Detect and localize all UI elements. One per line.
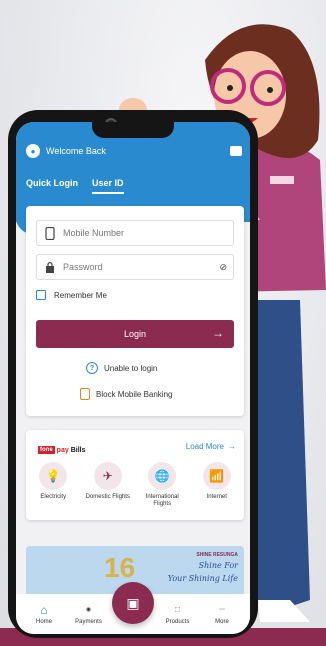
login-tabs: Quick Login User ID bbox=[26, 178, 124, 194]
unable-label: Unable to login bbox=[104, 363, 158, 373]
load-more-button[interactable]: Load More → bbox=[186, 442, 236, 451]
app-screen: ● Welcome Back Quick Login User ID Mobil… bbox=[16, 122, 250, 634]
load-more-label: Load More bbox=[185, 442, 224, 451]
mobile-number-field[interactable]: Mobile Number bbox=[36, 220, 234, 246]
bank-logo-icon: ● bbox=[26, 144, 40, 158]
payments-icon: ◉ bbox=[85, 607, 92, 613]
bill-label: Internet bbox=[206, 494, 227, 500]
block-mobile-banking-link[interactable]: Block Mobile Banking bbox=[80, 388, 172, 400]
block-label: Block Mobile Banking bbox=[96, 389, 173, 399]
nav-home-label: Home bbox=[35, 618, 52, 625]
nav-more[interactable]: ⋯ More bbox=[202, 604, 242, 625]
nav-payments-label: Payments bbox=[75, 618, 102, 625]
bill-label: Domestic Flights bbox=[85, 494, 130, 500]
unable-to-login-link[interactable]: ? Unable to login bbox=[86, 362, 157, 374]
tab-user-id[interactable]: User ID bbox=[92, 178, 124, 194]
fonepay-logo: fone pay Bills bbox=[38, 446, 86, 454]
remember-checkbox[interactable] bbox=[36, 290, 46, 300]
arrow-right-icon: → bbox=[228, 442, 236, 451]
plane-icon: ✈ bbox=[93, 462, 122, 490]
bill-international-flights[interactable]: 🌐 International Flights bbox=[137, 462, 187, 508]
login-button[interactable]: Login → bbox=[36, 320, 234, 348]
fonepay-fone: fone bbox=[38, 446, 55, 454]
login-button-label: Login bbox=[123, 329, 147, 339]
router-icon: 📶 bbox=[202, 462, 231, 490]
bill-items: 💡 Electricity ✈ Domestic Flights 🌐 Inter… bbox=[26, 462, 244, 508]
products-icon: ⬚ bbox=[174, 607, 181, 613]
tab-quick-login[interactable]: Quick Login bbox=[26, 178, 78, 194]
arrow-right-icon: → bbox=[212, 326, 224, 340]
login-card: Mobile Number Password ⊘ Remember Me Log… bbox=[26, 206, 244, 416]
bill-label: Electricity bbox=[40, 494, 67, 500]
more-icon: ⋯ bbox=[219, 607, 225, 613]
home-icon: ⌂ bbox=[40, 602, 48, 617]
remember-me[interactable]: Remember Me bbox=[36, 290, 107, 300]
banner-slogan-2: Your Shining Life bbox=[167, 573, 238, 583]
banner-brand: SHINE RESUNGA bbox=[196, 552, 238, 558]
bills-card: fone pay Bills Load More → 💡 Electricity… bbox=[26, 430, 244, 520]
bill-domestic-flights[interactable]: ✈ Domestic Flights bbox=[83, 462, 133, 508]
banner-slogan-1: Shine For bbox=[198, 561, 238, 570]
welcome-area: ● Welcome Back bbox=[26, 144, 106, 158]
password-placeholder: Password bbox=[63, 262, 103, 272]
phone-notch bbox=[92, 122, 174, 138]
welcome-text: Welcome Back bbox=[46, 146, 106, 156]
bill-internet[interactable]: 📶 Internet bbox=[192, 462, 242, 508]
chat-icon[interactable] bbox=[230, 146, 242, 156]
fonepay-bills: Bills bbox=[70, 446, 86, 454]
lock-icon bbox=[46, 261, 54, 273]
password-field[interactable]: Password ⊘ bbox=[36, 254, 234, 280]
qr-scan-button[interactable]: ▣ bbox=[112, 582, 154, 624]
remember-label: Remember Me bbox=[54, 290, 107, 300]
banner-number: 16 bbox=[104, 552, 136, 583]
nav-home[interactable]: ⌂ Home bbox=[24, 602, 64, 625]
fonepay-pay: pay bbox=[56, 446, 69, 454]
nav-payments[interactable]: ◉ Payments bbox=[69, 604, 109, 625]
banner-text: SHINE RESUNGA Shine For Your Shining Lif… bbox=[168, 552, 238, 584]
globe-icon: 🌐 bbox=[148, 462, 177, 490]
help-icon: ? bbox=[86, 362, 98, 374]
nav-more-label: More bbox=[215, 618, 229, 625]
nav-products[interactable]: ⬚ Products bbox=[158, 604, 198, 625]
block-icon bbox=[80, 388, 90, 400]
eye-off-icon[interactable]: ⊘ bbox=[219, 262, 227, 273]
bill-label: International Flights bbox=[145, 494, 179, 508]
bulb-icon: 💡 bbox=[39, 462, 68, 490]
bill-electricity[interactable]: 💡 Electricity bbox=[28, 462, 78, 508]
mobile-number-placeholder: Mobile Number bbox=[63, 228, 125, 238]
phone-icon bbox=[45, 227, 55, 240]
nav-products-label: Products bbox=[165, 618, 190, 625]
